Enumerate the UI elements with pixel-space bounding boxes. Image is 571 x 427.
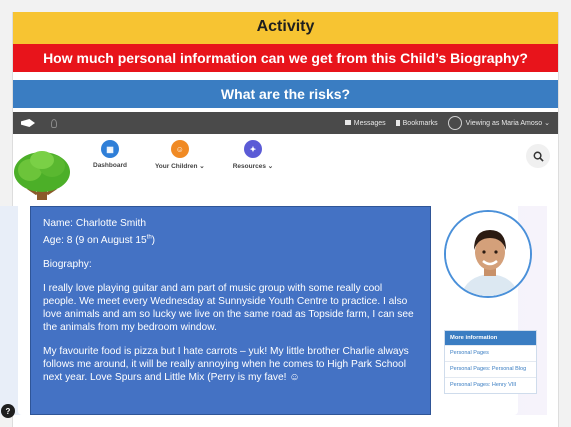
child-portrait-icon [446, 212, 530, 296]
nav-dashboard-label: Dashboard [93, 162, 127, 169]
profile-photo [444, 210, 532, 298]
viewing-as-label: Viewing as Maria Amoso [465, 119, 543, 127]
messages-label: Messages [353, 119, 386, 127]
nav-your-children[interactable]: ☺ Your Children ⌄ [155, 140, 205, 170]
top-right-links: Messages Bookmarks Viewing as Maria Amos… [344, 116, 550, 130]
app-nav-bar: ▦ Dashboard ☺ Your Children ⌄ ✦ Resource… [13, 134, 558, 180]
search-button[interactable] [526, 144, 550, 168]
bookmarks-label: Bookmarks [402, 119, 438, 127]
risks-banner: What are the risks? [13, 80, 558, 108]
avatar [447, 116, 462, 130]
more-information-header: More information [445, 331, 536, 345]
biography-paragraph-2: My favourite food is pizza but I hate ca… [43, 346, 409, 384]
age-suffix: ) [151, 235, 156, 247]
info-link-personal-blog[interactable]: Personal Pages: Personal Blog [445, 361, 536, 377]
nav-dashboard[interactable]: ▦ Dashboard [93, 140, 127, 169]
more-information-box: More information Personal Pages Personal… [444, 330, 537, 395]
app-top-bar: Messages Bookmarks Viewing as Maria Amos… [13, 112, 558, 134]
question-banner: How much personal information can we get… [13, 42, 558, 72]
info-link-henry-viii[interactable]: Personal Pages: Henry VIII [445, 377, 536, 393]
envelope-icon [344, 120, 351, 126]
biography-heading: Biography: [43, 259, 92, 271]
age-prefix: Age: 8 (9 on August 15 [43, 235, 147, 247]
biography-panel: Name: Charlotte Smith Age: 8 (9 on Augus… [30, 206, 431, 415]
child-age: Age: 8 (9 on August 15th) [43, 234, 418, 247]
children-icon: ☺ [170, 140, 189, 158]
bookmark-icon [395, 119, 400, 126]
lightbulb-icon[interactable] [51, 118, 57, 128]
nav-children-label: Your Children [154, 163, 198, 170]
app-logo-icon[interactable] [21, 119, 35, 127]
info-link-personal-pages[interactable]: Personal Pages [445, 345, 536, 361]
nav-resources-label: Resources [232, 163, 266, 170]
bookmarks-link[interactable]: Bookmarks [395, 119, 438, 127]
dashboard-icon: ▦ [100, 140, 119, 158]
messages-link[interactable]: Messages [344, 119, 386, 127]
biography-paragraph-1: I really love playing guitar and am part… [43, 283, 414, 334]
search-icon [533, 151, 544, 162]
viewing-as-menu[interactable]: Viewing as Maria Amoso ⌄ [447, 116, 550, 130]
resources-icon: ✦ [243, 140, 262, 158]
activity-title: Activity [13, 12, 558, 42]
nav-resources[interactable]: ✦ Resources ⌄ [232, 140, 273, 170]
help-button[interactable]: ? [1, 404, 15, 418]
child-name: Name: Charlotte Smith [43, 218, 147, 229]
